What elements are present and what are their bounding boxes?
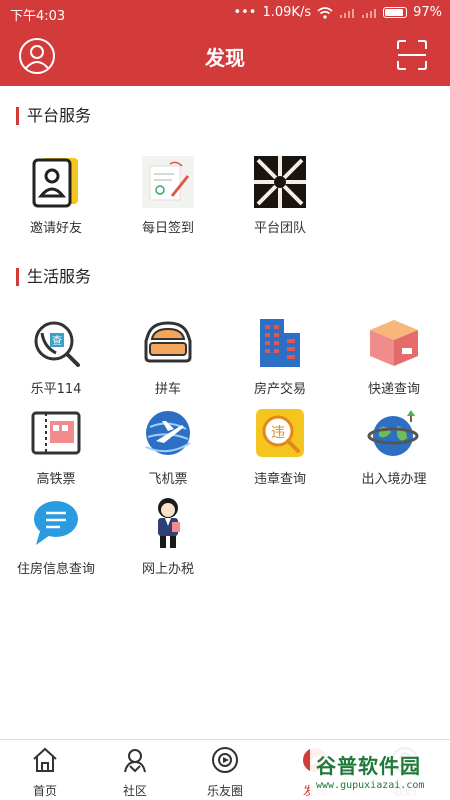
grid-item-label: 出入境办理 [361,472,427,487]
daily-checkin-icon [141,155,195,209]
watermark-title: 谷普软件园 [316,754,421,778]
grid-item-entry-exit[interactable]: 出入境办理 [338,406,450,487]
status-right: ••• 1.09K/s 97% [233,5,442,20]
grid-item-violation-query[interactable]: 违 违章查询 [224,406,336,487]
grid-item-label: 每日签到 [141,221,194,236]
package-icon [367,316,421,370]
airplane-icon [141,406,195,460]
grid-item-leping-114[interactable]: 查 乐平114 [0,316,112,397]
grid-item-platform-team[interactable]: 平台团队 [224,155,336,236]
platform-team-icon [253,155,307,209]
app-header: 发现 [0,26,450,86]
tab-community[interactable]: 社区 [90,746,180,799]
train-ticket-icon [29,406,83,460]
grid-item-label: 飞机票 [148,472,188,487]
grid-item-label: 网上办税 [141,562,194,577]
grid-item-flight[interactable]: 飞机票 [112,406,224,487]
invite-friend-icon [29,155,83,209]
wifi-icon [317,6,333,19]
tab-label: 首页 [32,784,57,798]
battery-percent: 97% [413,5,442,20]
page-title: 发现 [205,46,245,70]
grid-item-label: 拼车 [154,382,181,397]
tax-officer-icon [141,496,195,550]
car-icon [141,316,195,370]
signal-icon-2 [362,8,377,18]
phone-search-icon: 查 [29,316,83,370]
section-title: 平台服务 [16,107,91,125]
scan-icon[interactable] [396,39,428,71]
grid-item-label: 房产交易 [253,382,306,397]
grid-item-real-estate[interactable]: 房产交易 [224,316,336,397]
watermark-url: www.gupuxiazai.com [316,780,425,791]
battery-icon [383,7,408,18]
grid-item-label: 乐平114 [30,382,82,397]
svg-text:违: 违 [271,425,285,441]
grid-item-daily-checkin[interactable]: 每日签到 [112,155,224,236]
tab-home[interactable]: 首页 [0,746,90,799]
status-time: 下午4:03 [10,9,66,24]
violation-query-icon: 违 [253,406,307,460]
grid-item-invite-friends[interactable]: 邀请好友 [0,155,112,236]
status-dots-icon: ••• [233,5,257,20]
camera-circle-icon [212,747,238,773]
grid-item-housing-info[interactable]: 住房信息查询 [0,496,112,577]
chat-bubble-icon [29,496,83,550]
building-icon [253,316,307,370]
tab-label: 社区 [122,784,147,798]
grid-item-label: 高铁票 [36,472,76,487]
grid-item-label: 违章查询 [253,472,306,487]
grid-item-express-query[interactable]: 快递查询 [338,316,450,397]
grid-item-label: 快递查询 [367,382,420,397]
home-icon [33,747,57,772]
tab-label: 乐友圈 [206,784,243,798]
section-title: 生活服务 [16,268,91,286]
site-watermark: 谷普软件园 www.gupuxiazai.com [310,746,450,800]
network-speed: 1.09K/s [262,5,312,20]
grid-item-label: 平台团队 [253,221,306,236]
status-bar: 下午4:03 ••• 1.09K/s 97% [0,0,450,26]
grid-item-label: 住房信息查询 [16,562,95,577]
grid-item-online-tax[interactable]: 网上办税 [112,496,224,577]
grid-item-label: 邀请好友 [29,221,82,236]
grid-item-carpool[interactable]: 拼车 [112,316,224,397]
globe-travel-icon [367,406,421,460]
svg-text:查: 查 [52,334,62,347]
battery-fill [385,9,403,16]
community-icon [124,749,146,773]
grid-item-high-speed-train[interactable]: 高铁票 [0,406,112,487]
tab-friends-circle[interactable]: 乐友圈 [180,746,270,799]
signal-icon [340,8,355,18]
